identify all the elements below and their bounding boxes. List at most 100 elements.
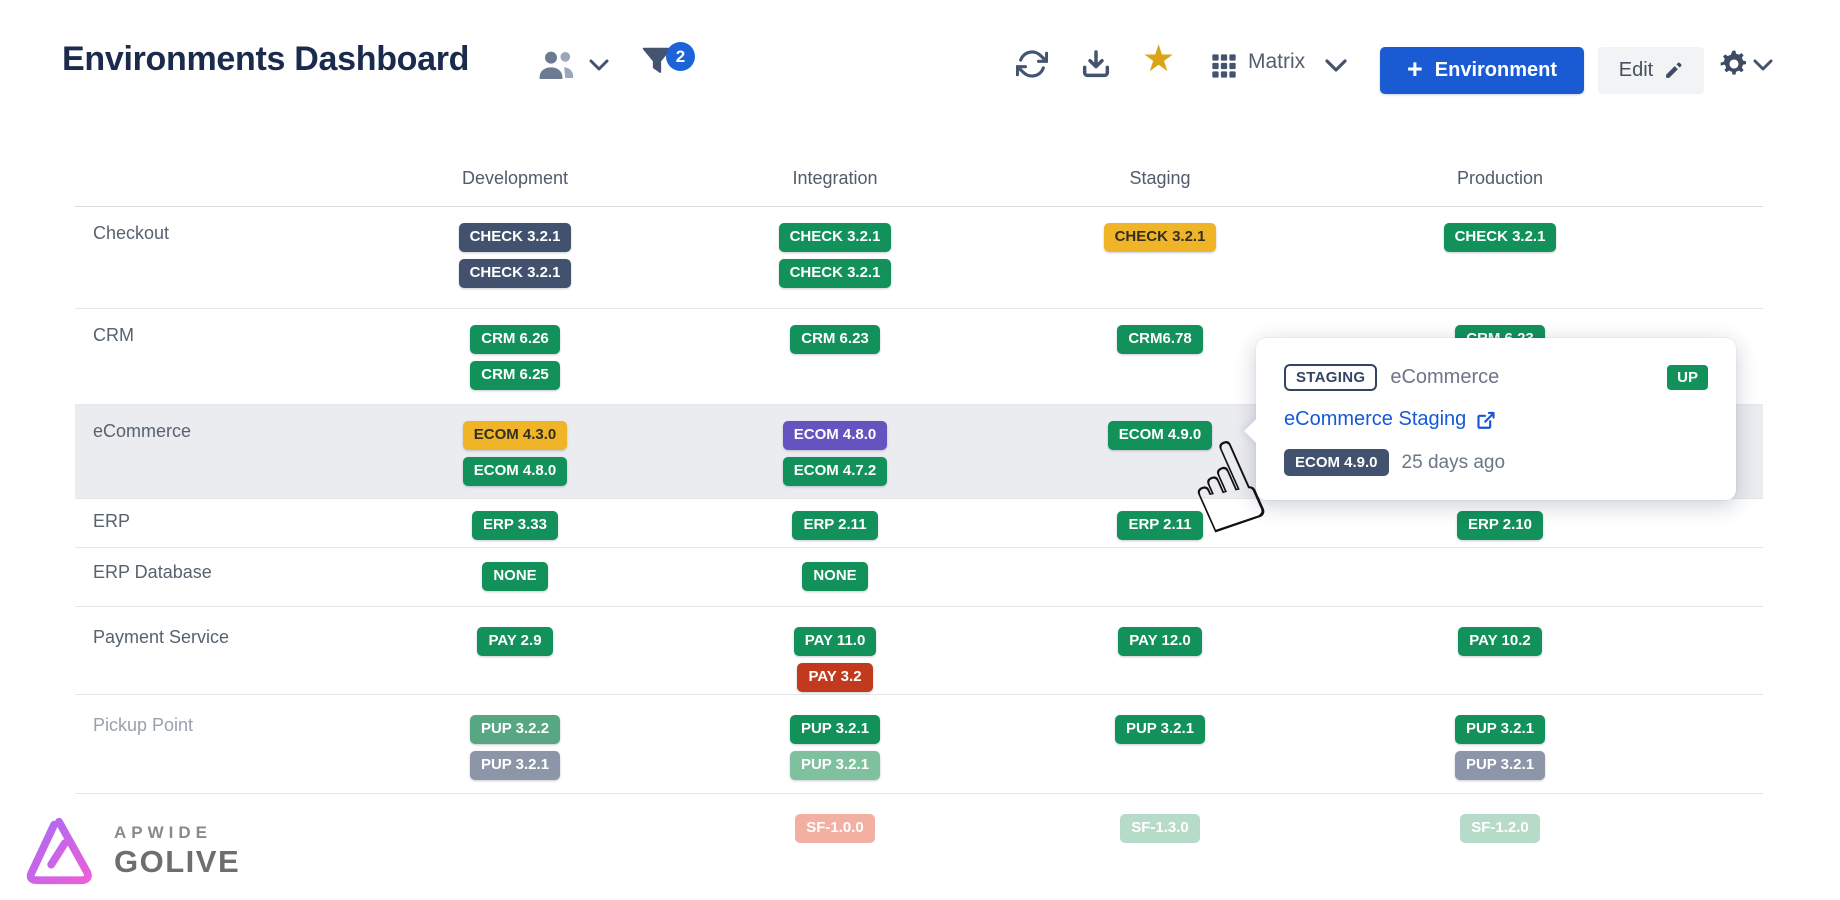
column-header-production: Production [1325, 168, 1675, 189]
people-icon [536, 48, 576, 80]
version-badge[interactable]: ECOM 4.8.0 [463, 457, 568, 486]
cell-staging: PAY 12.0 [995, 627, 1325, 694]
version-badge[interactable]: PUP 3.2.1 [790, 751, 880, 780]
add-environment-button[interactable]: + Environment [1380, 47, 1584, 94]
cell-production: PAY 10.2 [1325, 627, 1675, 694]
cell-integration: SF-1.0.0 [675, 814, 995, 879]
version-badge[interactable]: CHECK 3.2.1 [779, 223, 892, 252]
application-name: Pickup Point [75, 715, 355, 793]
cell-integration: ERP 2.11 [675, 511, 995, 547]
version-badge[interactable]: PAY 2.9 [477, 627, 552, 656]
brand-line-golive: GOLIVE [114, 844, 240, 880]
pencil-icon [1663, 61, 1683, 81]
column-header-integration: Integration [675, 168, 995, 189]
version-badge[interactable]: CHECK 3.2.1 [459, 259, 572, 288]
environment-link-label: eCommerce Staging [1284, 408, 1466, 431]
environment-link[interactable]: eCommerce Staging [1284, 408, 1708, 431]
golive-triangle-icon [22, 812, 96, 890]
add-environment-label: Environment [1435, 59, 1557, 82]
cell-development: PAY 2.9 [355, 627, 675, 694]
version-badge[interactable]: NONE [802, 562, 867, 591]
version-badge[interactable]: PAY 3.2 [797, 663, 872, 692]
version-badge[interactable]: ERP 2.11 [1117, 511, 1202, 540]
version-badge[interactable]: SF-1.0.0 [795, 814, 875, 843]
version-badge[interactable]: ECOM 4.3.0 [463, 421, 568, 450]
refresh-button[interactable] [1016, 48, 1048, 80]
favorite-star-icon[interactable]: ★ [1142, 40, 1175, 77]
status-badge: UP [1667, 365, 1708, 390]
version-badge[interactable]: PUP 3.2.1 [1455, 715, 1545, 744]
environment-tooltip: STAGING eCommerce UP eCommerce Staging E… [1256, 338, 1736, 500]
cell-development: NONE [355, 562, 675, 606]
cell-development: ECOM 4.3.0 ECOM 4.8.0 [355, 421, 675, 498]
cell-integration: PUP 3.2.1 PUP 3.2.1 [675, 715, 995, 793]
version-badge[interactable]: SF-1.3.0 [1120, 814, 1200, 843]
settings-button[interactable] [1718, 48, 1750, 80]
version-badge[interactable]: CRM 6.25 [470, 361, 560, 390]
cell-development: CHECK 3.2.1 CHECK 3.2.1 [355, 223, 675, 308]
page-title: Environments Dashboard [62, 40, 469, 79]
environments-matrix: Development Integration Staging Producti… [75, 150, 1763, 879]
version-badge[interactable]: CRM 6.26 [470, 325, 560, 354]
matrix-header-row: Development Integration Staging Producti… [75, 150, 1763, 207]
refresh-icon [1016, 48, 1048, 80]
matrix-body: Checkout CHECK 3.2.1CHECK 3.2.1 CHECK 3.… [75, 207, 1763, 879]
application-name: ERP [75, 511, 355, 547]
version-badge[interactable]: CHECK 3.2.1 [1444, 223, 1557, 252]
version-badge[interactable]: PAY 11.0 [794, 627, 877, 656]
view-chevron-down-icon[interactable] [1324, 58, 1348, 73]
version-badge[interactable]: CRM6.78 [1117, 325, 1202, 354]
version-badge[interactable]: ERP 2.11 [792, 511, 877, 540]
edit-button[interactable]: Edit [1598, 47, 1704, 94]
version-badge[interactable]: CHECK 3.2.1 [1104, 223, 1217, 252]
version-badge[interactable]: PUP 3.2.1 [1455, 751, 1545, 780]
gear-icon [1718, 48, 1750, 80]
cell-staging: ERP 2.11 [995, 511, 1325, 547]
version-badge[interactable]: ERP 3.33 [472, 511, 558, 540]
application-name: ERP Database [75, 562, 355, 606]
version-badge[interactable]: ERP 2.10 [1457, 511, 1543, 540]
plus-icon: + [1407, 56, 1423, 83]
version-badge[interactable]: ECOM 4.8.0 [783, 421, 888, 450]
cell-development: ERP 3.33 [355, 511, 675, 547]
tooltip-application-name: eCommerce [1390, 366, 1499, 389]
application-name: Payment Service [75, 627, 355, 694]
people-chevron-down-icon[interactable] [588, 58, 610, 72]
table-row: SF-1.0.0 SF-1.3.0 SF-1.2.0 [75, 794, 1763, 879]
brand-line-apwide: APWIDE [114, 823, 240, 843]
settings-chevron-down-icon[interactable] [1752, 58, 1774, 72]
view-grid-icon[interactable] [1210, 52, 1238, 80]
column-header-development: Development [355, 168, 675, 189]
version-badge[interactable]: CRM 6.23 [790, 325, 880, 354]
view-selector-matrix[interactable]: Matrix [1248, 50, 1305, 74]
version-badge[interactable]: PAY 10.2 [1458, 627, 1541, 656]
table-row: Checkout CHECK 3.2.1CHECK 3.2.1 CHECK 3.… [75, 207, 1763, 309]
cell-staging: CHECK 3.2.1 [995, 223, 1325, 308]
people-selector[interactable] [536, 48, 576, 80]
version-badge[interactable]: ECOM 4.7.2 [783, 457, 888, 486]
version-badge[interactable]: PUP 3.2.1 [790, 715, 880, 744]
column-header-staging: Staging [995, 168, 1325, 189]
environment-type-badge: STAGING [1284, 364, 1377, 391]
version-badge[interactable]: PAY 12.0 [1118, 627, 1201, 656]
cell-staging: SF-1.3.0 [995, 814, 1325, 879]
cell-integration: NONE [675, 562, 995, 606]
version-badge[interactable]: SF-1.2.0 [1460, 814, 1540, 843]
cell-integration: PAY 11.0 PAY 3.2 [675, 627, 995, 694]
apwide-golive-logo: APWIDE GOLIVE [22, 812, 240, 890]
cell-staging: PUP 3.2.1 [995, 715, 1325, 793]
cell-integration: ECOM 4.8.0 ECOM 4.7.2 [675, 421, 995, 498]
cell-development: PUP 3.2.2 PUP 3.2.1 [355, 715, 675, 793]
table-row: Payment Service PAY 2.9 PAY 11.0PAY 3.2 … [75, 607, 1763, 695]
filter-count-badge[interactable]: 2 [666, 42, 695, 71]
version-badge[interactable]: PUP 3.2.1 [1115, 715, 1205, 744]
cell-integration: CHECK 3.2.1 CHECK 3.2.1 [675, 223, 995, 308]
version-badge[interactable]: ECOM 4.9.0 [1108, 421, 1213, 450]
version-badge[interactable]: PUP 3.2.2 [470, 715, 560, 744]
version-badge[interactable]: NONE [482, 562, 547, 591]
environments-dashboard: Environments Dashboard 2 ★ [0, 0, 1840, 900]
version-badge[interactable]: CHECK 3.2.1 [779, 259, 892, 288]
version-badge[interactable]: PUP 3.2.1 [470, 751, 560, 780]
version-badge[interactable]: CHECK 3.2.1 [459, 223, 572, 252]
export-button[interactable] [1080, 48, 1112, 80]
